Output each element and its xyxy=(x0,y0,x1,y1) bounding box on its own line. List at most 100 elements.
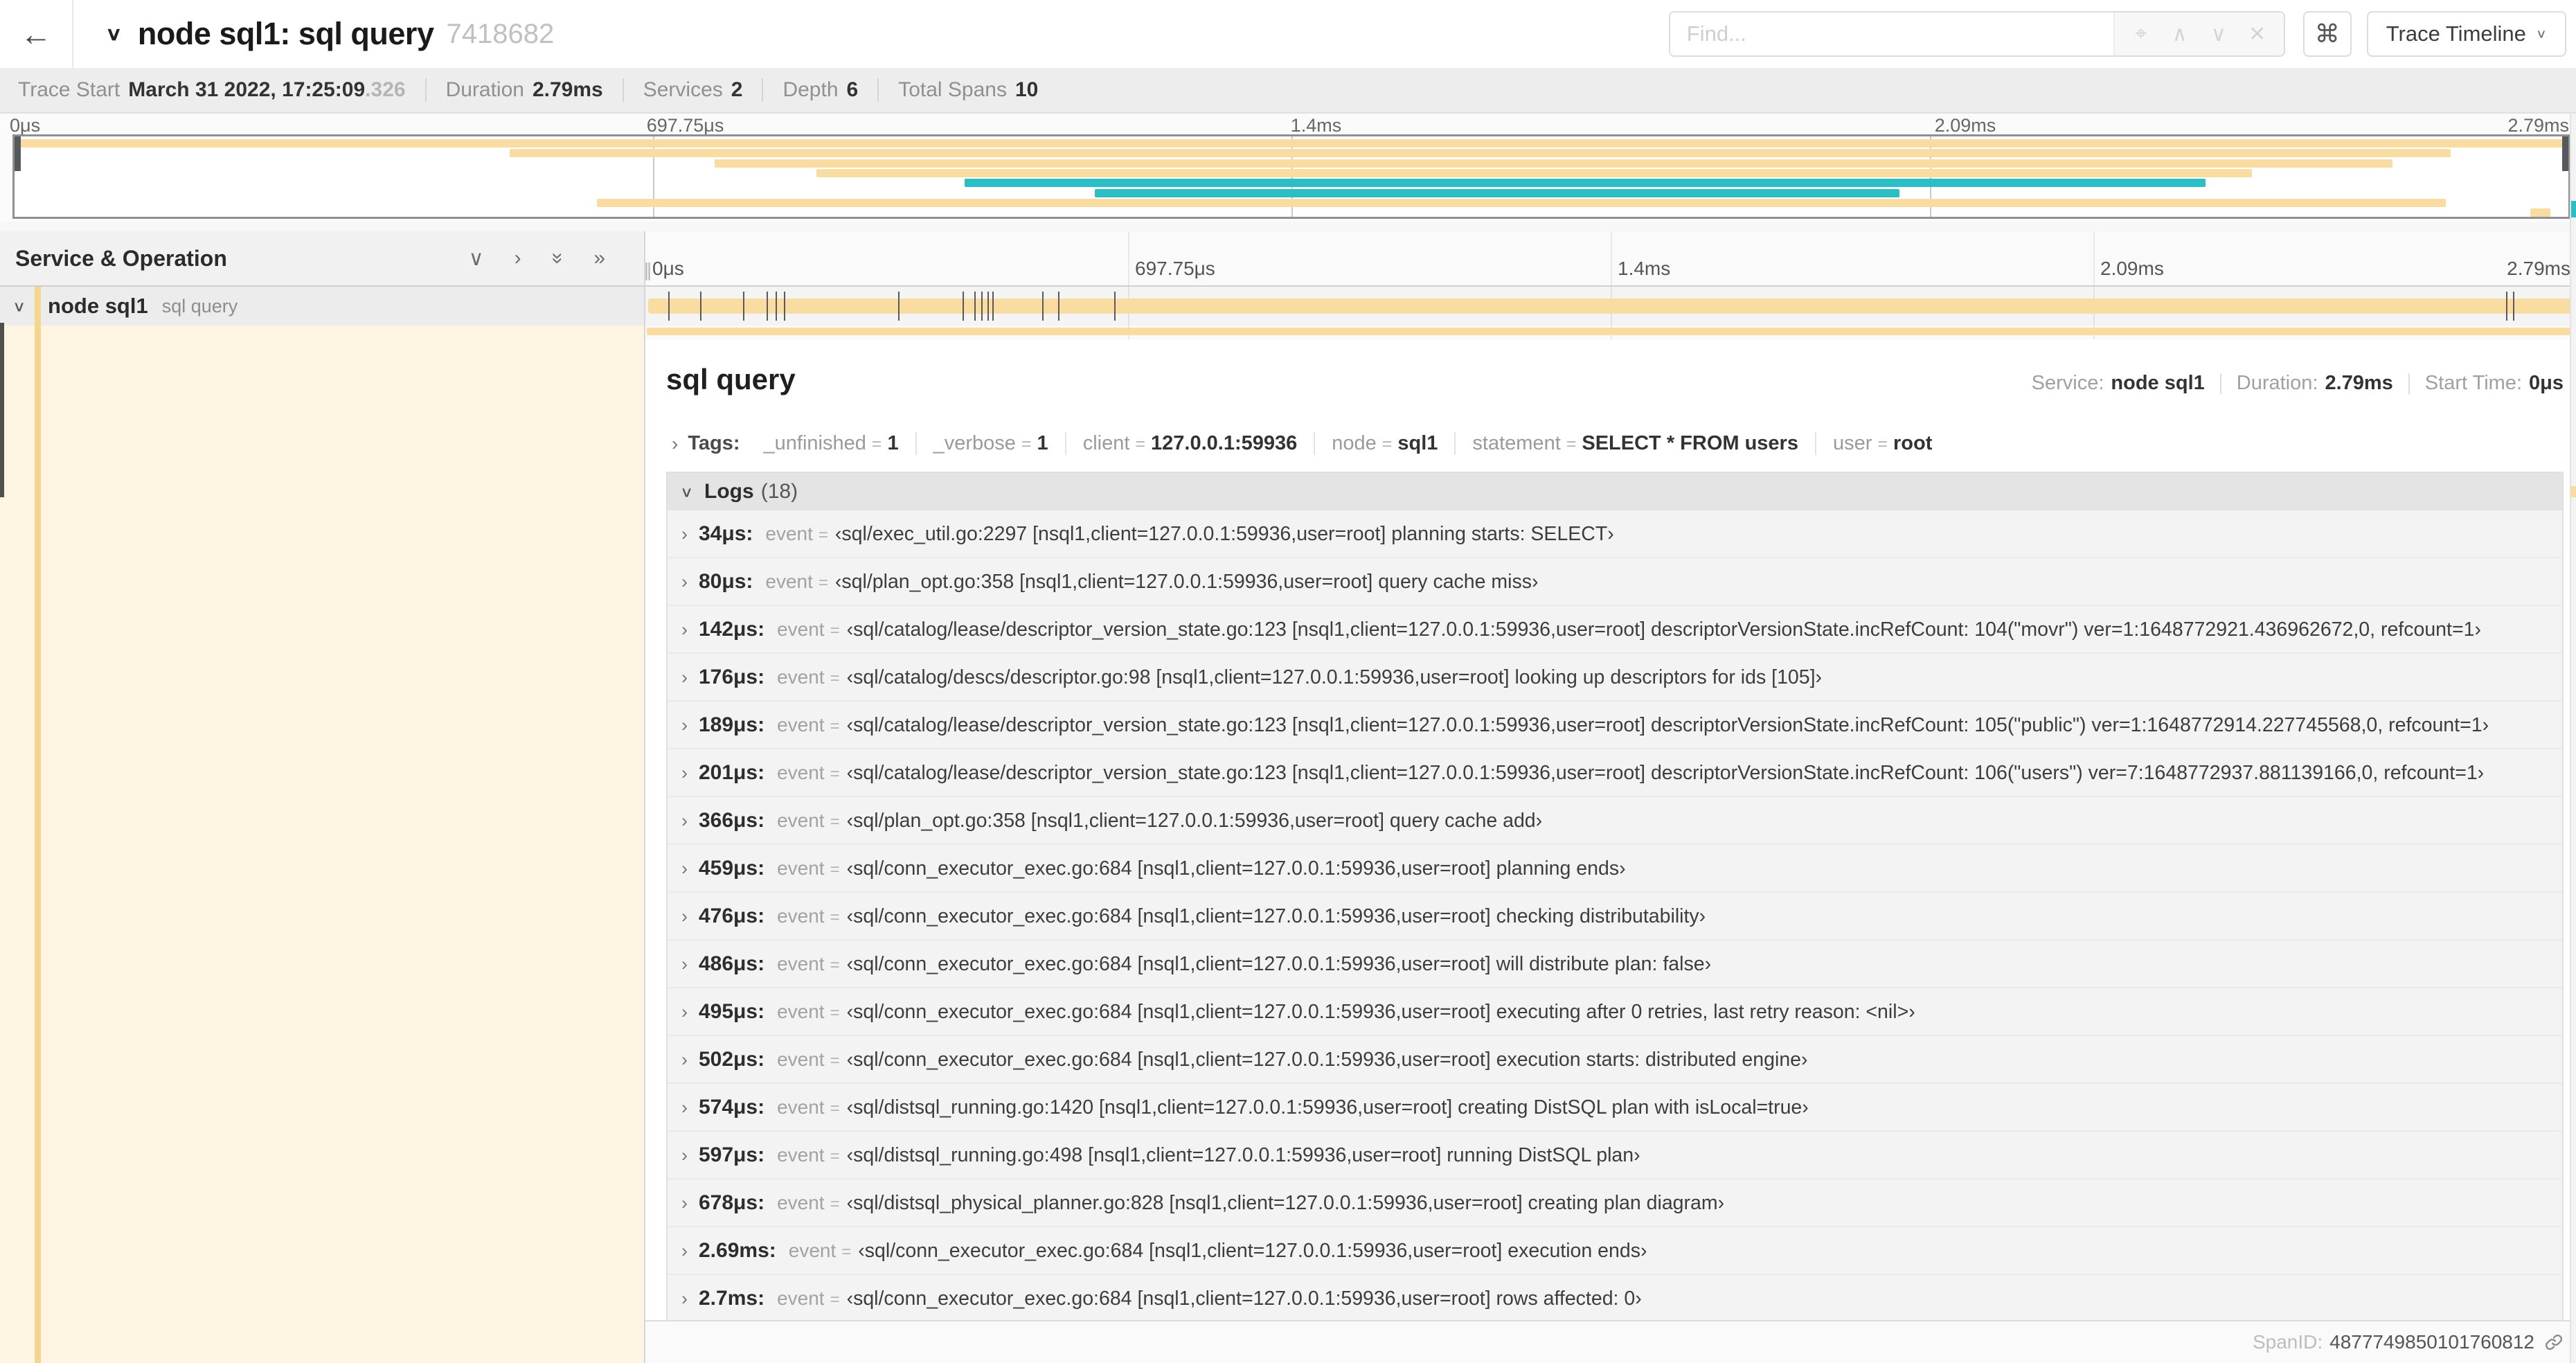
log-entry[interactable]: › 366μs: event = ‹sql/plan_opt.go:358 [nsql1… xyxy=(668,796,2562,844)
tag-pill[interactable]: node = sql1 xyxy=(1315,432,1456,455)
logs-header[interactable]: ∨ Logs (18) xyxy=(668,473,2562,510)
span-service-name: node sql1 xyxy=(48,294,148,318)
tag-pill[interactable]: user = root xyxy=(1816,432,1949,455)
span-row-bar-cell[interactable] xyxy=(645,287,2576,326)
minimap-left-handle[interactable] xyxy=(15,136,21,171)
ruler-tick-label: 0μs xyxy=(652,258,684,279)
log-equals: = xyxy=(818,526,828,544)
log-equals: = xyxy=(841,1242,852,1261)
log-marker-tick xyxy=(962,292,964,321)
tag-pill[interactable]: _verbose = 1 xyxy=(917,432,1066,455)
log-entry[interactable]: › 80μs: event = ‹sql/plan_opt.go:358 [nsql1,… xyxy=(668,557,2562,605)
find-input[interactable] xyxy=(1670,12,2113,55)
axis-tick-label: 0μs xyxy=(10,115,41,136)
log-entry[interactable]: › 476μs: event = ‹sql/conn_executor_exec.go:… xyxy=(668,891,2562,939)
minimap-canvas[interactable] xyxy=(12,134,2570,219)
locate-icon[interactable]: ⌖ xyxy=(2122,22,2161,46)
log-timestamp: 176μs: xyxy=(699,666,765,688)
tag-value: 1 xyxy=(887,432,899,454)
span-detail-header[interactable]: sql query Service: node sql1 Duration: 2… xyxy=(666,363,2564,396)
collapse-one-icon[interactable]: ∨ xyxy=(469,247,484,271)
collapse-all-icon[interactable]: » xyxy=(546,253,569,265)
log-field-value: ‹sql/catalog/lease/descriptor_version_st… xyxy=(846,618,2481,641)
log-timestamp: 476μs: xyxy=(699,905,765,927)
log-marker-tick xyxy=(2513,292,2515,321)
logs-count: (18) xyxy=(760,480,798,503)
log-marker-tick xyxy=(2506,292,2508,321)
axis-tick-label: 2.79ms xyxy=(2507,115,2569,136)
chevron-right-icon: › xyxy=(681,1001,688,1022)
tag-pill[interactable]: client = 127.0.0.1:59936 xyxy=(1066,432,1316,455)
log-entry[interactable]: › 142μs: event = ‹sql/catalog/lease/descript… xyxy=(668,605,2562,652)
meta-service-value: node sql1 xyxy=(2111,372,2205,394)
keyboard-shortcuts-button[interactable]: ⌘ xyxy=(2302,11,2352,57)
log-field-name: event xyxy=(777,1192,825,1213)
tag-value: root xyxy=(1893,432,1933,454)
tag-key: _unfinished xyxy=(763,432,866,454)
log-field-name: event xyxy=(777,905,825,927)
log-field-value: ‹sql/catalog/descs/descriptor.go:98 [nsq… xyxy=(846,666,1823,688)
view-dropdown-button[interactable]: Trace Timeline ∨ xyxy=(2366,11,2566,57)
span-color-accent xyxy=(35,326,41,1363)
back-button[interactable]: ← xyxy=(0,0,73,68)
chevron-right-icon: › xyxy=(681,619,688,640)
stat-label: Total Spans xyxy=(898,78,1007,101)
log-entry[interactable]: › 189μs: event = ‹sql/catalog/lease/descript… xyxy=(668,700,2562,748)
clear-search-icon[interactable]: ✕ xyxy=(2238,22,2277,46)
log-entry[interactable]: › 2.69ms: event = ‹sql/conn_executor_exec.go… xyxy=(668,1226,2562,1274)
log-entry[interactable]: › 201μs: event = ‹sql/catalog/lease/descript… xyxy=(668,748,2562,796)
log-entry[interactable]: › 486μs: event = ‹sql/conn_executor_exec.go:… xyxy=(668,939,2562,987)
log-timestamp: 201μs: xyxy=(699,761,765,784)
scrollbar-teal-marker xyxy=(2571,201,2576,217)
log-entry[interactable]: › 34μs: event = ‹sql/exec_util.go:2297 [nsql… xyxy=(668,510,2562,557)
link-icon[interactable] xyxy=(2544,1333,2564,1352)
minimap-span-bar xyxy=(816,168,2252,177)
log-field-value: ‹sql/distsql_running.go:498 [nsql1,clien… xyxy=(846,1144,1640,1166)
log-timestamp: 502μs: xyxy=(699,1048,765,1071)
log-equals: = xyxy=(830,669,840,688)
log-field-name: event xyxy=(777,1001,825,1022)
logs-section: ∨ Logs (18) › 34μs: event = ‹sql/exec_util.g… xyxy=(666,472,2564,1320)
log-timestamp: 366μs: xyxy=(699,809,765,832)
log-entry[interactable]: › 502μs: event = ‹sql/conn_executor_exec.go:… xyxy=(668,1035,2562,1083)
minimap-span-bar xyxy=(596,198,2446,207)
prev-result-icon[interactable]: ∧ xyxy=(2161,22,2199,46)
tag-pill[interactable]: statement = SELECT * FROM users xyxy=(1456,432,1816,455)
minimap-span-bar xyxy=(510,149,2451,158)
log-entry[interactable]: › 678μs: event = ‹sql/distsql_physical_plann… xyxy=(668,1178,2562,1226)
log-entry[interactable]: › 2.7ms: event = ‹sql/conn_executor_exec.go:… xyxy=(668,1274,2562,1320)
log-field-name: event xyxy=(777,1049,825,1070)
log-entry[interactable]: › 176μs: event = ‹sql/catalog/descs/descript… xyxy=(668,652,2562,700)
chevron-down-icon[interactable]: ∨ xyxy=(105,23,123,45)
log-entry[interactable]: › 597μs: event = ‹sql/distsql_running.go:498… xyxy=(668,1130,2562,1178)
tag-key: client xyxy=(1082,432,1130,454)
span-name-column-header: Service & Operation ∨ › » » ∥ xyxy=(0,231,652,287)
chevron-right-icon: › xyxy=(681,524,688,544)
log-timestamp: 597μs: xyxy=(699,1143,765,1166)
column-resizer-grip[interactable]: ∥ xyxy=(643,260,654,281)
chevron-down-icon[interactable]: ∨ xyxy=(12,298,26,315)
stat-depth: Depth 6 xyxy=(782,78,858,102)
log-timestamp: 189μs: xyxy=(699,713,765,736)
ruler-tick-label: 2.79ms xyxy=(2507,258,2570,279)
log-equals: = xyxy=(818,573,828,592)
log-entry[interactable]: › 459μs: event = ‹sql/conn_executor_exec.go:… xyxy=(668,844,2562,891)
left-scrollbar-thumb[interactable] xyxy=(0,323,4,497)
expand-one-icon[interactable]: › xyxy=(515,247,521,270)
log-marker-tick xyxy=(1041,292,1044,321)
tags-row[interactable]: › Tags: _unfinished = 1 _verbose = 1 client = 12… xyxy=(666,432,2564,455)
chevron-right-icon: › xyxy=(672,432,679,454)
view-dropdown-label: Trace Timeline xyxy=(2386,21,2526,46)
log-entry[interactable]: › 574μs: event = ‹sql/distsql_running.go:142… xyxy=(668,1083,2562,1130)
log-equals: = xyxy=(830,621,840,640)
span-row-name-cell[interactable]: ∨ node sql1 sql query xyxy=(0,287,644,326)
right-scrollbar-track[interactable] xyxy=(2570,114,2576,1363)
log-entry[interactable]: › 495μs: event = ‹sql/conn_executor_exec.go:… xyxy=(668,987,2562,1035)
expand-all-icon[interactable]: » xyxy=(593,247,605,270)
span-duration-bar[interactable] xyxy=(648,299,2573,314)
next-result-icon[interactable]: ∨ xyxy=(2199,22,2238,46)
tag-pill[interactable]: _unfinished = 1 xyxy=(747,432,917,455)
minimap-right-handle[interactable] xyxy=(2562,136,2568,171)
log-marker-tick xyxy=(742,292,744,321)
log-field-value: ‹sql/distsql_running.go:1420 [nsql1,clie… xyxy=(846,1096,1809,1119)
